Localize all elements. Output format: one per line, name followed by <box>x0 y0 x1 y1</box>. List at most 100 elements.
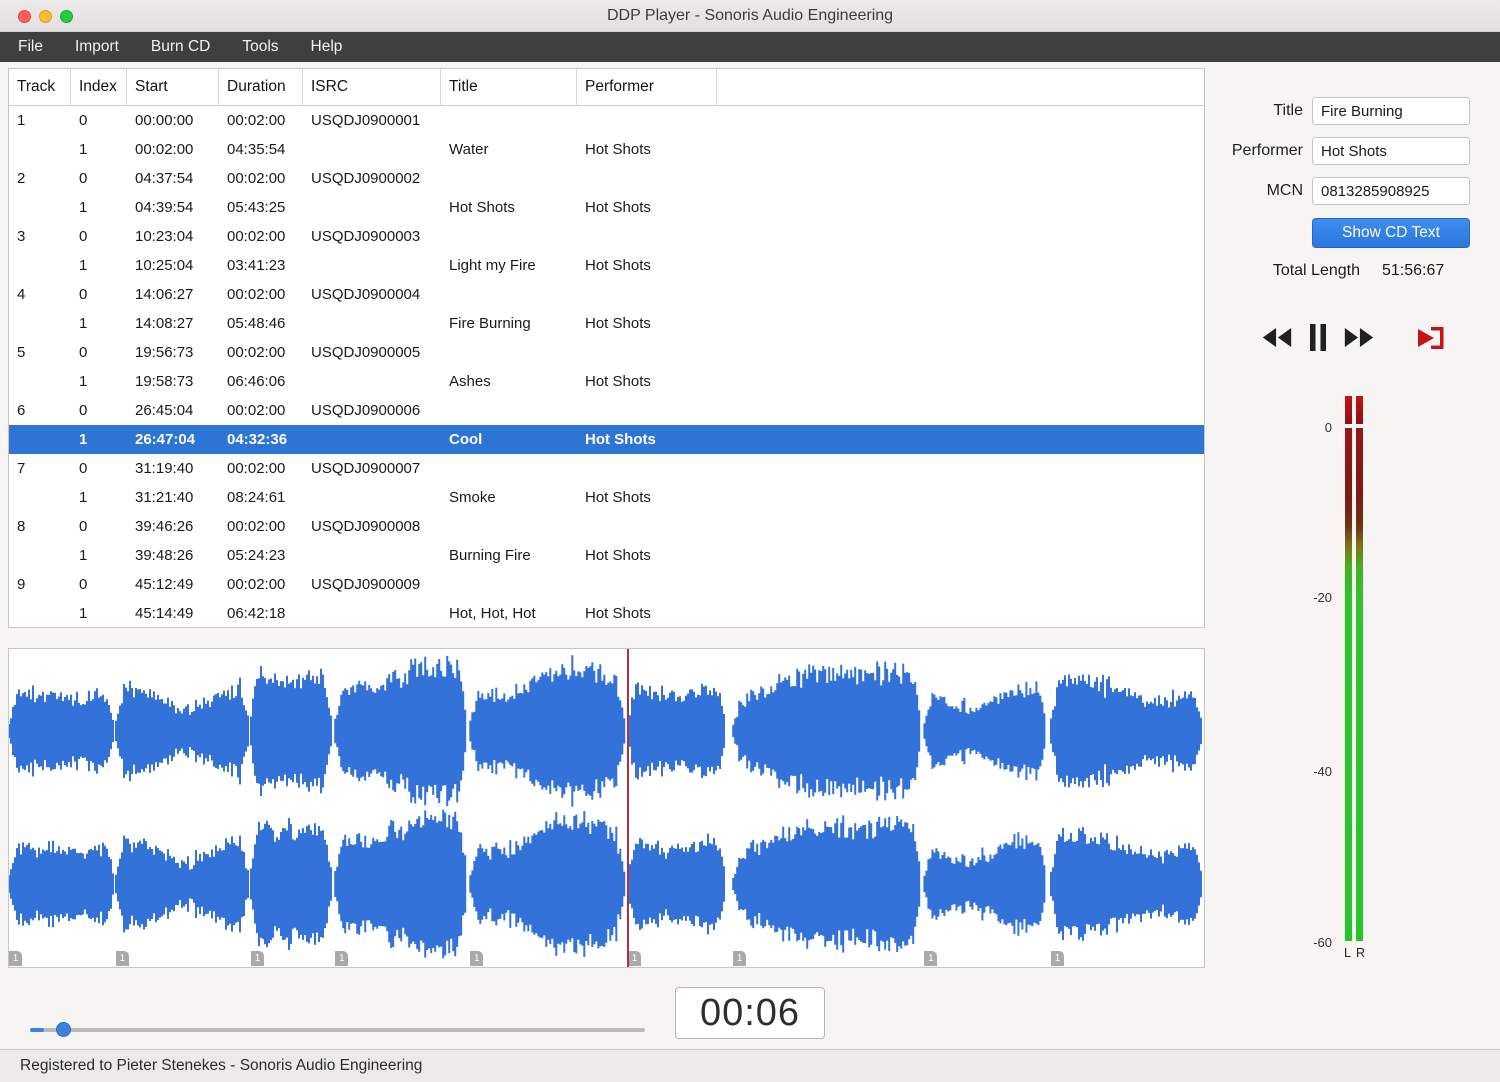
cell-index: 1 <box>79 141 88 158</box>
table-row[interactable]: 2 0 04:37:54 00:02:00 USQDJ0900002 <box>9 164 1204 193</box>
mcn-field-label: MCN <box>1266 182 1303 199</box>
table-row[interactable]: 9 0 45:12:49 00:02:00 USQDJ0900009 <box>9 570 1204 599</box>
menu-tools[interactable]: Tools <box>226 32 294 62</box>
seek-slider-track[interactable] <box>30 1028 645 1032</box>
main-content: Track Index Start Duration ISRC Title Pe… <box>0 62 1500 1049</box>
table-row[interactable]: 1 04:39:54 05:43:25 Hot Shots Hot Shots <box>9 193 1204 222</box>
cell-track <box>9 425 71 454</box>
meter-bar-left <box>1345 428 1352 941</box>
seek-slider-fill <box>30 1028 44 1032</box>
cell-performer: Hot Shots <box>585 373 651 390</box>
cell-performer <box>577 396 717 425</box>
zoom-window-button[interactable] <box>60 9 73 23</box>
cell-track: 9 <box>17 576 26 593</box>
cell-performer <box>577 280 717 309</box>
table-row[interactable]: 7 0 31:19:40 00:02:00 USQDJ0900007 <box>9 454 1204 483</box>
meter-bar-right <box>1356 428 1363 941</box>
pause-button[interactable] <box>1308 324 1328 351</box>
cell-index: 1 <box>79 489 88 506</box>
app-window: DDP Player - Sonoris Audio Engineering F… <box>0 0 1500 1082</box>
column-header-index[interactable]: Index <box>71 69 127 105</box>
table-row[interactable]: 6 0 26:45:04 00:02:00 USQDJ0900006 <box>9 396 1204 425</box>
cell-index: 0 <box>79 402 88 419</box>
cell-start: 39:46:26 <box>135 518 194 535</box>
menu-help[interactable]: Help <box>295 32 359 62</box>
table-row[interactable]: 1 14:08:27 05:48:46 Fire Burning Hot Sho… <box>9 309 1204 338</box>
table-row[interactable]: 4 0 14:06:27 00:02:00 USQDJ0900004 <box>9 280 1204 309</box>
show-cd-text-button[interactable]: Show CD Text <box>1312 218 1470 248</box>
cell-track: 4 <box>17 286 26 303</box>
cell-performer <box>577 338 717 367</box>
track-table: Track Index Start Duration ISRC Title Pe… <box>8 68 1205 628</box>
level-meters: 0 -20 -40 -60 L R <box>1215 395 1500 967</box>
table-row[interactable]: 8 0 39:46:26 00:02:00 USQDJ0900008 <box>9 512 1204 541</box>
column-header-track[interactable]: Track <box>9 69 71 105</box>
table-row[interactable]: 1 31:21:40 08:24:61 Smoke Hot Shots <box>9 483 1204 512</box>
cell-track <box>9 251 71 280</box>
cell-isrc: USQDJ0900001 <box>311 112 421 129</box>
table-row[interactable]: 1 10:25:04 03:41:23 Light my Fire Hot Sh… <box>9 251 1204 280</box>
play-to-marker-icon <box>1416 325 1450 351</box>
meter-left-label: L <box>1344 946 1351 960</box>
cell-duration: 00:02:00 <box>227 286 286 303</box>
cell-title: Hot, Hot, Hot <box>449 605 536 622</box>
cell-start: 31:21:40 <box>135 489 194 506</box>
cell-index: 0 <box>79 228 88 245</box>
cell-track: 3 <box>17 228 26 245</box>
cell-title: Smoke <box>449 489 496 506</box>
cell-duration: 00:02:00 <box>227 228 286 245</box>
table-row[interactable]: 1 45:14:49 06:42:18 Hot, Hot, Hot Hot Sh… <box>9 599 1204 627</box>
column-header-performer[interactable]: Performer <box>577 69 717 105</box>
column-header-duration[interactable]: Duration <box>219 69 303 105</box>
fast-forward-button[interactable] <box>1342 326 1376 349</box>
cell-track: 8 <box>17 518 26 535</box>
cell-performer: Hot Shots <box>585 605 651 622</box>
cd-text-fields: Title Performer MCN Show CD Text Total L… <box>1215 96 1500 280</box>
cell-duration: 04:32:36 <box>227 431 288 448</box>
close-window-button[interactable] <box>18 9 31 23</box>
minimize-window-button[interactable] <box>39 9 52 23</box>
cell-performer <box>577 512 717 541</box>
seek-slider-knob[interactable] <box>56 1022 71 1037</box>
cell-index: 1 <box>79 199 88 216</box>
menubar: File Import Burn CD Tools Help <box>0 32 1500 62</box>
cell-track: 6 <box>17 402 26 419</box>
column-header-title[interactable]: Title <box>441 69 577 105</box>
time-display-value: 00:06 <box>699 991 801 1034</box>
table-row[interactable]: 1 19:58:73 06:46:06 Ashes Hot Shots <box>9 367 1204 396</box>
cell-isrc: USQDJ0900005 <box>311 344 421 361</box>
mcn-field-row: MCN <box>1215 176 1500 206</box>
cell-isrc: USQDJ0900009 <box>311 576 421 593</box>
menu-burn-cd[interactable]: Burn CD <box>135 32 226 62</box>
column-header-isrc[interactable]: ISRC <box>303 69 441 105</box>
cell-filler <box>717 396 1204 425</box>
cell-filler <box>717 251 1204 280</box>
cell-isrc <box>303 135 441 164</box>
table-row[interactable]: 5 0 19:56:73 00:02:00 USQDJ0900005 <box>9 338 1204 367</box>
table-row[interactable]: 1 0 00:00:00 00:02:00 USQDJ0900001 <box>9 106 1204 135</box>
rewind-button[interactable] <box>1260 326 1294 349</box>
cell-filler <box>717 193 1204 222</box>
table-row[interactable]: 1 00:02:00 04:35:54 Water Hot Shots <box>9 135 1204 164</box>
meter-scale-label: -60 <box>1313 935 1332 950</box>
waveform-display[interactable]: 111111111 <box>8 648 1205 968</box>
menu-import[interactable]: Import <box>59 32 135 62</box>
seek-slider[interactable] <box>30 1022 645 1037</box>
cell-isrc: USQDJ0900007 <box>311 460 421 477</box>
cell-start: 19:56:73 <box>135 344 194 361</box>
table-row[interactable]: 1 39:48:26 05:24:23 Burning Fire Hot Sho… <box>9 541 1204 570</box>
titlebar: DDP Player - Sonoris Audio Engineering <box>0 0 1500 32</box>
cell-track <box>9 599 71 627</box>
column-header-start[interactable]: Start <box>127 69 219 105</box>
play-to-marker-button[interactable] <box>1416 325 1450 351</box>
cell-start: 14:06:27 <box>135 286 194 303</box>
meter-peak-right <box>1356 396 1363 424</box>
performer-input[interactable] <box>1312 137 1470 165</box>
mcn-input[interactable] <box>1312 177 1470 205</box>
cell-filler <box>717 135 1204 164</box>
title-input[interactable] <box>1312 97 1470 125</box>
table-row[interactable]: 1 26:47:04 04:32:36 Cool Hot Shots <box>9 425 1204 454</box>
menu-file[interactable]: File <box>2 32 59 62</box>
table-row[interactable]: 3 0 10:23:04 00:02:00 USQDJ0900003 <box>9 222 1204 251</box>
cell-title: Fire Burning <box>449 315 531 332</box>
